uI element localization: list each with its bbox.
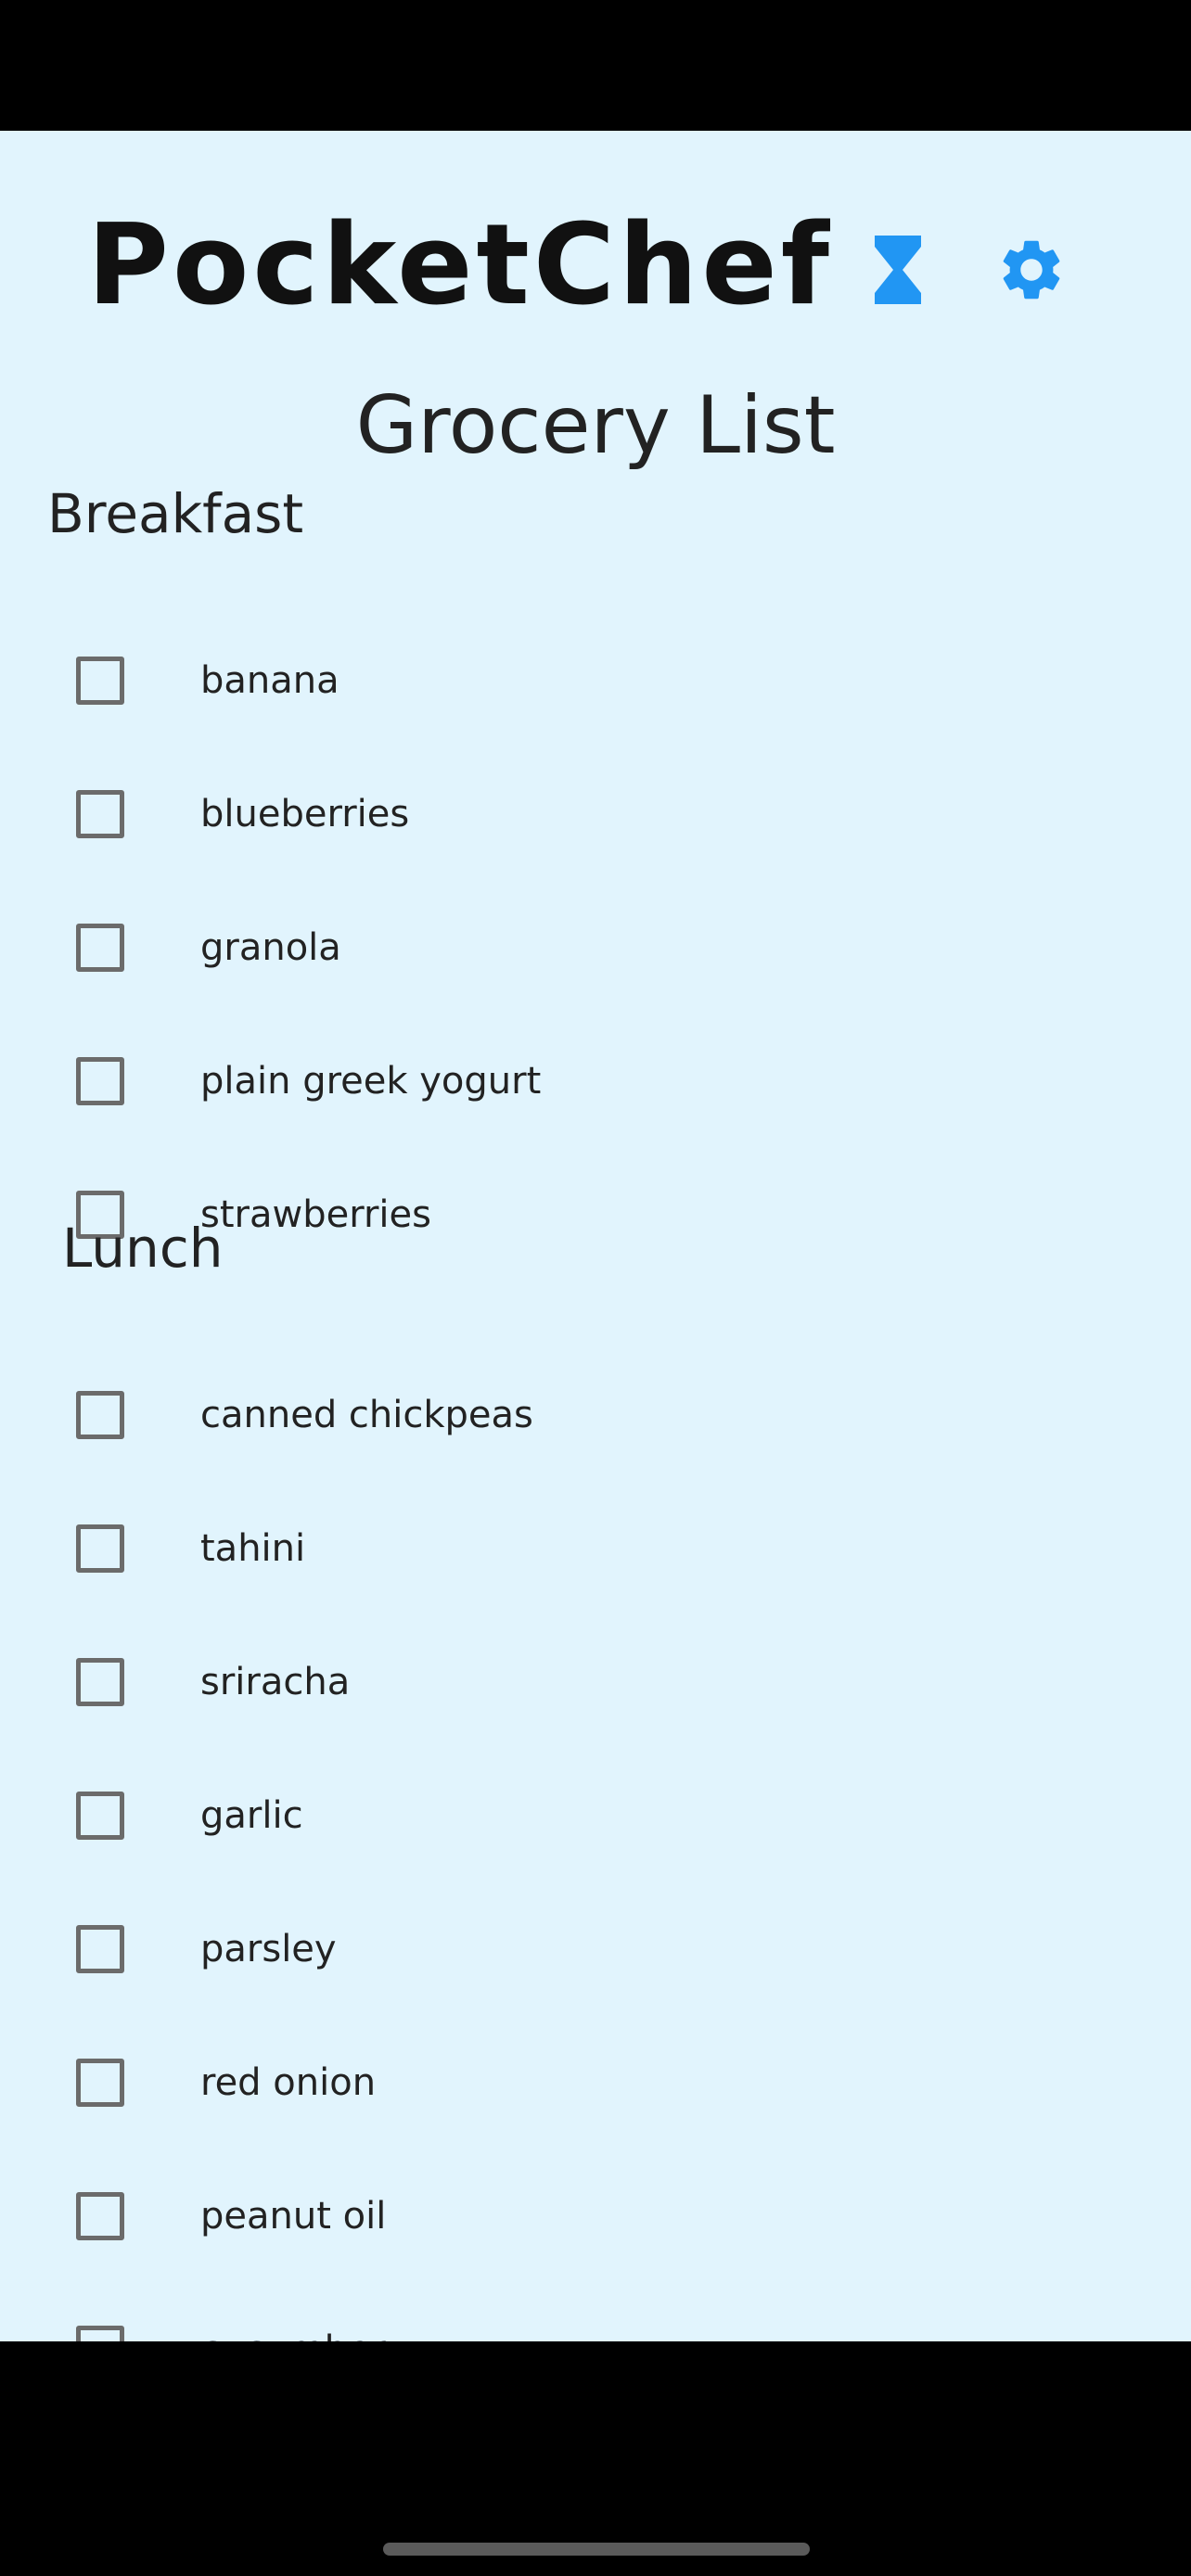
list-item[interactable]: plain greek yogurt bbox=[0, 1014, 1191, 1148]
app-screen: PocketChef Grocery List Breakfast banana… bbox=[0, 131, 1191, 2341]
home-indicator[interactable] bbox=[383, 2543, 810, 2556]
checkbox[interactable] bbox=[76, 1658, 124, 1706]
checkbox[interactable] bbox=[76, 2192, 124, 2240]
checkbox[interactable] bbox=[76, 790, 124, 838]
item-label: peanut oil bbox=[200, 2195, 387, 2238]
checkbox[interactable] bbox=[76, 1391, 124, 1439]
list-item[interactable]: cucumber bbox=[0, 2283, 1191, 2341]
item-label: plain greek yogurt bbox=[200, 1060, 542, 1103]
list-item[interactable]: banana bbox=[0, 614, 1191, 747]
checkbox[interactable] bbox=[76, 1524, 124, 1573]
item-label: red onion bbox=[200, 2061, 377, 2104]
checkbox[interactable] bbox=[76, 1925, 124, 1973]
section-title-lunch: Lunch bbox=[62, 1217, 224, 1280]
list-item[interactable]: blueberries bbox=[0, 747, 1191, 881]
page-title: Grocery List bbox=[355, 379, 836, 472]
item-label: sriracha bbox=[200, 1661, 351, 1703]
gear-icon bbox=[1003, 240, 1060, 300]
checkbox[interactable] bbox=[76, 2059, 124, 2107]
list-item[interactable]: sriracha bbox=[0, 1615, 1191, 1749]
list-item[interactable]: parsley bbox=[0, 1882, 1191, 2016]
checkbox[interactable] bbox=[76, 924, 124, 972]
item-label: parsley bbox=[200, 1928, 337, 1970]
item-label: blueberries bbox=[200, 793, 410, 835]
item-label: granola bbox=[200, 926, 341, 969]
item-label: canned chickpeas bbox=[200, 1394, 533, 1436]
list-item[interactable]: garlic bbox=[0, 1749, 1191, 1882]
item-label: garlic bbox=[200, 1794, 303, 1837]
list-item[interactable]: tahini bbox=[0, 1482, 1191, 1615]
list-item[interactable]: granola bbox=[0, 881, 1191, 1014]
app-title: PocketChef bbox=[87, 201, 833, 330]
section-title-breakfast: Breakfast bbox=[47, 482, 304, 545]
list-item[interactable]: canned chickpeas bbox=[0, 1348, 1191, 1482]
settings-button[interactable] bbox=[985, 223, 1078, 316]
status-bar bbox=[0, 0, 1191, 131]
item-label: banana bbox=[200, 659, 339, 702]
checkbox[interactable] bbox=[76, 2326, 124, 2341]
item-label: cucumber bbox=[200, 2328, 386, 2341]
checkbox[interactable] bbox=[76, 657, 124, 705]
home-indicator-area bbox=[0, 2481, 1191, 2576]
checkbox[interactable] bbox=[76, 1057, 124, 1105]
list-item[interactable]: red onion bbox=[0, 2016, 1191, 2149]
list-item[interactable]: peanut oil bbox=[0, 2149, 1191, 2283]
hourglass-icon bbox=[875, 236, 921, 304]
item-label: strawberries bbox=[200, 1193, 431, 1236]
timer-button[interactable] bbox=[852, 223, 944, 316]
item-label: tahini bbox=[200, 1527, 306, 1570]
checkbox[interactable] bbox=[76, 1792, 124, 1840]
